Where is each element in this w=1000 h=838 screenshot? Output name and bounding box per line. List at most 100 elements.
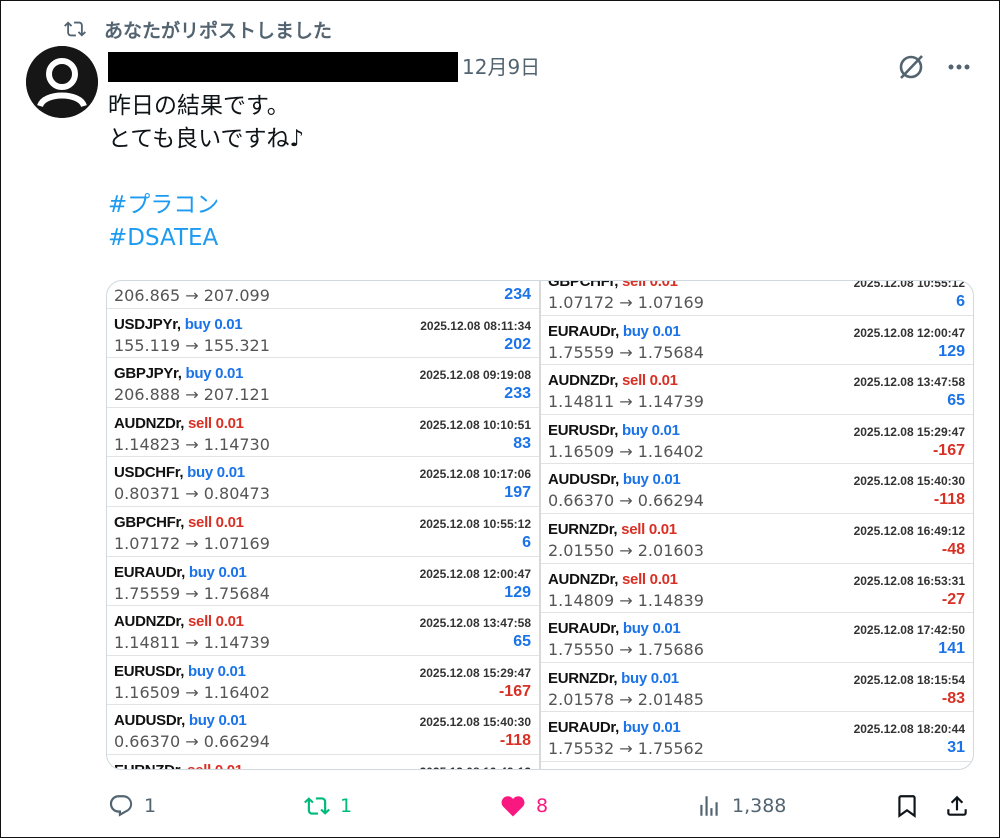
trade-prices: 1.75559 → 1.75684	[548, 342, 704, 362]
trade-row: EURNZDr, buy 0.01 2025.12.08 18:15:54 2.01…	[541, 663, 973, 713]
trade-prices: 155.119 → 155.321	[114, 335, 270, 355]
trade-symbol: EURNZDr, buy 0.01	[548, 670, 679, 687]
trade-row: EURUSDr, buy 0.01 2025.12.08 15:29:47 1.16…	[107, 656, 539, 706]
trade-profit: 31	[947, 739, 965, 757]
trade-row: EURAUDr, buy 0.01 2025.12.08 12:00:47 1.75…	[541, 316, 973, 366]
reply-button[interactable]: 1	[108, 786, 156, 826]
trade-prices: 1.75550 → 1.75686	[548, 640, 704, 660]
share-icon	[947, 795, 967, 816]
more-icon[interactable]	[944, 52, 974, 82]
bookmark-button[interactable]	[894, 786, 920, 826]
trade-prices: 1.75559 → 1.75684	[114, 583, 270, 603]
trade-row: AUDNZDr, sell 0.01 2025.12.08 13:47:58 1.1…	[541, 365, 973, 415]
trade-pair: EURAUDr,	[114, 563, 185, 581]
trade-row: USDJPYr, buy 0.01 2025.12.08 08:11:34 155.…	[107, 309, 539, 359]
trade-time: 2025.12.08 15:40:30	[853, 474, 965, 489]
trade-symbol: AUDNZDr, sell 0.01	[548, 571, 678, 588]
trade-prices: 1.14823 → 1.14730	[114, 434, 270, 454]
trade-side: buy 0.01	[188, 712, 247, 730]
trade-profit: -27	[941, 590, 965, 608]
trade-side: buy 0.01	[622, 719, 681, 737]
trade-pair: EURNZDr,	[114, 762, 184, 769]
avatar[interactable]	[26, 46, 98, 118]
trade-prices: 1.16509 → 1.16402	[548, 441, 704, 461]
trade-pair: USDJPYr,	[114, 315, 181, 333]
trade-profit: -118	[933, 491, 965, 509]
trade-time: 2025.12.08 13:47:58	[419, 616, 531, 631]
repost-button[interactable]: 1	[304, 786, 352, 826]
trade-row: AUDUSDr, buy 0.01 2025.12.08 15:40:30 0.66…	[107, 705, 539, 755]
trade-time: 2025.12.08 12:00:47	[419, 566, 531, 581]
trade-row: USDCHFr, buy 0.01 2025.12.08 10:17:06 0.80…	[107, 457, 539, 507]
trade-symbol: AUDNZDr, sell 0.01	[114, 613, 244, 630]
media-image[interactable]: 206.865 → 207.099 234 USDJPYr, buy 0.01 202…	[106, 280, 974, 770]
bookmark-icon	[898, 795, 916, 818]
trade-pair: AUDNZDr,	[114, 613, 185, 631]
trade-side: buy 0.01	[622, 471, 681, 489]
trade-side: buy 0.01	[185, 365, 244, 383]
post-date[interactable]: 12月9日	[462, 52, 540, 82]
trade-pair: USDCHFr,	[114, 464, 184, 482]
views-count: 1,388	[732, 795, 787, 817]
heart-icon	[501, 796, 525, 817]
post-text-blank-line	[108, 156, 908, 189]
grok-icon[interactable]	[896, 52, 926, 82]
trade-row: EURNZDr, sell 0.01 2025.12.08 16:49:12 2.0…	[541, 514, 973, 564]
trade-time: 2025.12.08 12:00:47	[853, 325, 965, 340]
hashtag-link[interactable]: #DSATEA	[108, 222, 908, 255]
trade-side: sell 0.01	[188, 513, 244, 531]
like-count: 8	[536, 795, 549, 817]
trade-prices: 1.14811 → 1.14739	[548, 392, 704, 412]
like-button[interactable]: 8	[500, 786, 548, 826]
trade-prices: 1.07172 → 1.07169	[114, 533, 270, 553]
trade-row: AUDNZDr, sell 0.01 2025.12.08 16:53:31 1.1…	[541, 564, 973, 614]
hashtag-link[interactable]: #プラコン	[108, 189, 908, 222]
views-button[interactable]: 1,388	[696, 786, 786, 826]
trade-side: sell 0.01	[621, 372, 678, 390]
trade-pair: AUDNZDr,	[548, 570, 619, 588]
repost-icon	[64, 21, 86, 37]
trade-profit: 6	[956, 293, 965, 310]
trade-time: 2025.12.08 08:11:34	[420, 318, 531, 333]
trade-symbol: USDJPYr, buy 0.01	[114, 315, 243, 333]
trade-row: AUDNZDr, sell 0.01 2025.12.08 13:47:58 1.1…	[107, 606, 539, 656]
trade-symbol: GBPCHFr, sell 0.01	[548, 281, 678, 290]
trade-pair: AUDUSDr,	[548, 471, 619, 489]
trade-symbol: EURUSDr, buy 0.01	[114, 663, 246, 680]
trade-side: buy 0.01	[622, 620, 681, 638]
trade-row: EURAUDr, buy 0.01 2025.12.08 17:42:50 1.75…	[541, 613, 973, 663]
trade-row: AUDNZDr, sell 0.01 2025.12.08 10:10:51 1.1…	[107, 408, 539, 458]
trade-symbol: EURAUDr, buy 0.01	[548, 620, 681, 638]
trade-profit: -48	[941, 540, 965, 558]
trade-pair: AUDNZDr,	[114, 414, 185, 432]
trade-list-left: 206.865 → 207.099 234 USDJPYr, buy 0.01 202…	[107, 281, 539, 769]
redacted-username[interactable]	[108, 52, 458, 82]
trade-profit: -167	[932, 441, 965, 459]
trade-symbol: EURUSDr, buy 0.01	[548, 422, 680, 439]
trade-pair: GBPCHFr,	[548, 281, 619, 290]
trade-symbol: USDCHFr, buy 0.01	[114, 464, 245, 481]
trade-profit: 233	[504, 385, 531, 403]
trade-symbol: AUDNZDr, sell 0.01	[114, 415, 244, 432]
trade-row: EURUSDr, buy 0.01 2025.12.08 15:29:47 1.16…	[541, 415, 973, 465]
trade-side: buy 0.01	[188, 662, 246, 680]
trade-prices: 206.888 → 207.121	[114, 385, 270, 405]
trade-symbol: EURAUDr, buy 0.01	[548, 719, 681, 737]
trade-prices: 0.66370 → 0.66294	[548, 491, 704, 511]
share-button[interactable]	[944, 786, 970, 826]
trade-prices: 0.66370 → 0.66294	[114, 732, 270, 752]
trade-row: GBPCHFr, sell 0.01 2025.12.08 10:55:12 1.0…	[541, 281, 973, 316]
trade-prices: 206.865 → 207.099	[114, 286, 270, 305]
repost-header[interactable]: あなたがリポストしました	[64, 14, 332, 44]
action-bar: 1 1 8 1,388	[0, 786, 1000, 826]
trade-side: buy 0.01	[622, 322, 681, 340]
reply-icon	[109, 795, 133, 817]
trade-row: EURAUDr, buy 0.01 2025.12.08 12:00:47 1.75…	[107, 557, 539, 607]
trade-side: buy 0.01	[622, 421, 680, 439]
trade-time: 2025.12.08 18:20:44	[853, 722, 965, 737]
trade-row: GBPJPYr, buy 0.01 2025.12.08 09:19:08 206.…	[107, 358, 539, 408]
post-text-line: とても良いですね♪	[108, 126, 305, 152]
trade-time: 2025.12.08 13:47:58	[853, 375, 965, 390]
trade-time: 2025.12.08 18:15:54	[853, 672, 965, 687]
trade-side: sell 0.01	[187, 414, 244, 432]
